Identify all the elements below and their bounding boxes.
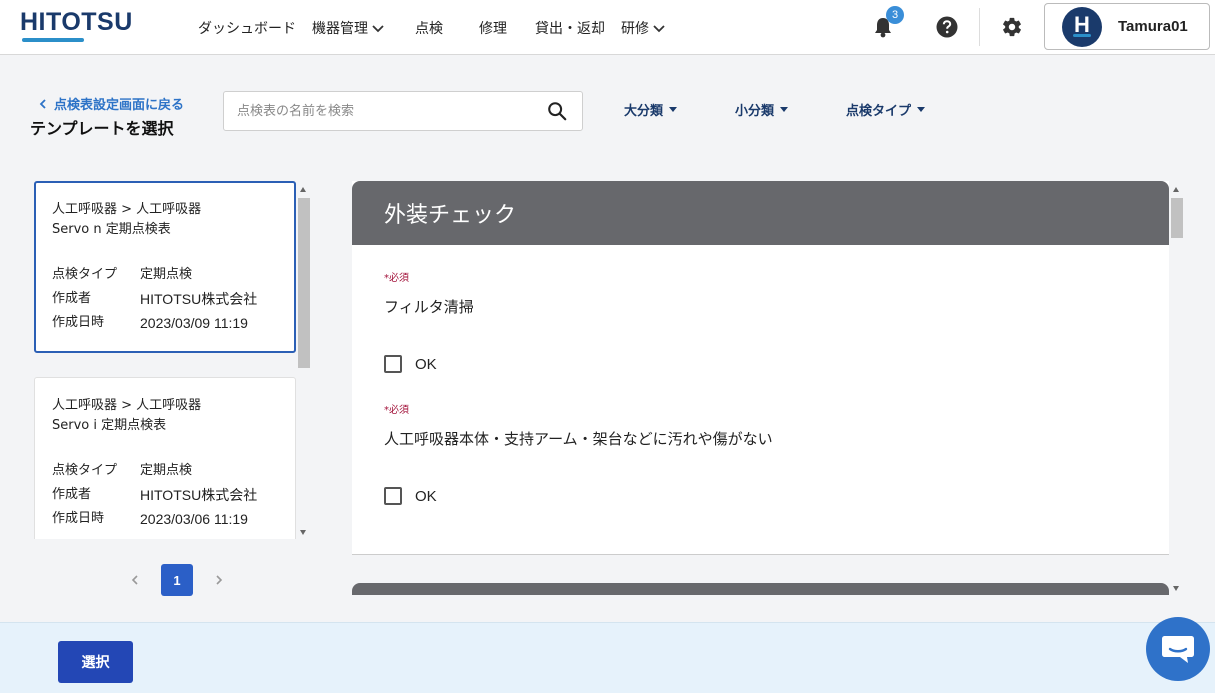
avatar: H bbox=[1062, 6, 1102, 47]
date-label: 作成日時 bbox=[52, 315, 105, 330]
page-number-current[interactable]: 1 bbox=[161, 564, 193, 596]
nav-equipment[interactable]: 機器管理 bbox=[312, 18, 385, 38]
chevron-left-icon bbox=[131, 575, 138, 585]
type-value: 定期点検 bbox=[140, 267, 193, 282]
ok-label: OK bbox=[415, 487, 437, 505]
nav-dashboard[interactable]: ダッシュボード bbox=[198, 18, 296, 38]
action-footer: 選択 bbox=[0, 622, 1215, 693]
type-label: 点検タイプ bbox=[52, 267, 118, 282]
caret-down-icon bbox=[917, 107, 926, 112]
template-name: Servo n 定期点検表 bbox=[52, 222, 171, 237]
caret-down-icon bbox=[780, 107, 789, 112]
template-search-input[interactable] bbox=[224, 92, 546, 130]
pagination: 1 bbox=[125, 564, 229, 596]
nav-repair[interactable]: 修理 bbox=[479, 18, 507, 38]
preview-section: 外装チェック *必須 フィルタ清掃 OK *必須 人工呼吸器本体・支持アーム・架… bbox=[352, 181, 1169, 555]
inspection-type-filter[interactable]: 点検タイプ bbox=[846, 100, 926, 119]
hitotsu-logo[interactable]: HITOTSU bbox=[20, 8, 132, 44]
check-question: フィルタ清掃 bbox=[384, 298, 474, 316]
chat-support-button[interactable] bbox=[1146, 617, 1210, 681]
template-card-selected[interactable]: 人工呼吸器 > 人工呼吸器 Servo n 定期点検表 点検タイプ 定期点検 作成… bbox=[34, 181, 296, 353]
nav-label: ダッシュボード bbox=[198, 20, 296, 37]
date-value: 2023/03/09 11:19 bbox=[140, 315, 248, 331]
required-label: *必須 bbox=[384, 273, 409, 284]
user-name: Tamura01 bbox=[1118, 18, 1188, 35]
avatar-underline bbox=[1073, 33, 1091, 37]
template-search-box bbox=[223, 91, 583, 131]
template-category-path: 人工呼吸器 > 人工呼吸器 bbox=[52, 202, 202, 217]
help-button[interactable] bbox=[934, 14, 960, 40]
chevron-right-icon bbox=[216, 575, 223, 585]
help-icon bbox=[936, 16, 958, 38]
next-page-button[interactable] bbox=[209, 564, 229, 596]
search-icon[interactable] bbox=[546, 100, 568, 122]
minor-category-filter[interactable]: 小分類 bbox=[735, 100, 789, 119]
author-label: 作成者 bbox=[52, 487, 92, 502]
ok-label: OK bbox=[415, 355, 437, 373]
scrollbar-thumb[interactable] bbox=[1171, 198, 1183, 238]
next-section-header bbox=[352, 583, 1169, 595]
user-menu-button[interactable]: H Tamura01 bbox=[1044, 3, 1210, 50]
date-label: 作成日時 bbox=[52, 511, 105, 526]
ok-checkbox[interactable] bbox=[384, 355, 402, 373]
template-list: 人工呼吸器 > 人工呼吸器 Servo n 定期点検表 点検タイプ 定期点検 作成… bbox=[34, 181, 296, 539]
caret-down-icon bbox=[669, 107, 678, 112]
check-question: 人工呼吸器本体・支持アーム・架台などに汚れや傷がない bbox=[384, 430, 773, 448]
nav-label: 機器管理 bbox=[312, 20, 368, 37]
required-label: *必須 bbox=[384, 405, 409, 416]
nav-label: 点検 bbox=[415, 20, 443, 37]
author-value: HITOTSU株式会社 bbox=[140, 487, 258, 503]
ok-checkbox[interactable] bbox=[384, 487, 402, 505]
filter-label: 大分類 bbox=[624, 104, 664, 119]
check-item: *必須 フィルタ清掃 OK bbox=[384, 269, 1137, 373]
section-title: 外装チェック bbox=[352, 181, 1169, 245]
chevron-down-icon bbox=[372, 24, 384, 32]
type-label: 点検タイプ bbox=[52, 463, 118, 478]
top-header: HITOTSU ダッシュボード 機器管理 点検 修理 貸出・返却 研修 3 H … bbox=[0, 0, 1215, 55]
author-label: 作成者 bbox=[52, 291, 92, 306]
check-item: *必須 人工呼吸器本体・支持アーム・架台などに汚れや傷がない OK bbox=[384, 401, 1137, 505]
scroll-up-arrow-icon[interactable] bbox=[1173, 187, 1179, 192]
back-link-label: 点検表設定画面に戻る bbox=[54, 98, 185, 113]
page-title: テンプレートを選択 bbox=[30, 119, 174, 138]
logo-underline bbox=[22, 38, 84, 42]
chevron-down-icon bbox=[653, 24, 665, 32]
prev-page-button[interactable] bbox=[125, 564, 145, 596]
scrollbar-thumb[interactable] bbox=[298, 198, 310, 368]
nav-label: 貸出・返却 bbox=[535, 20, 605, 37]
template-category-path: 人工呼吸器 > 人工呼吸器 bbox=[52, 398, 202, 413]
select-button[interactable]: 選択 bbox=[58, 641, 133, 683]
chat-icon bbox=[1162, 636, 1194, 663]
filter-label: 小分類 bbox=[735, 104, 775, 119]
template-card[interactable]: 人工呼吸器 > 人工呼吸器 Servo i 定期点検表 点検タイプ 定期点検 作成… bbox=[34, 377, 296, 539]
back-to-settings-link[interactable]: 点検表設定画面に戻る bbox=[37, 94, 184, 113]
notification-badge: 3 bbox=[886, 6, 904, 24]
filter-label: 点検タイプ bbox=[846, 104, 912, 119]
template-preview: 外装チェック *必須 フィルタ清掃 OK *必須 人工呼吸器本体・支持アーム・架… bbox=[352, 181, 1169, 595]
nav-inspection[interactable]: 点検 bbox=[415, 18, 443, 38]
chevron-left-icon bbox=[39, 98, 46, 109]
type-value: 定期点検 bbox=[140, 463, 193, 478]
main-nav: ダッシュボード 機器管理 点検 修理 貸出・返却 研修 bbox=[198, 0, 666, 55]
scroll-down-arrow-icon[interactable] bbox=[300, 530, 306, 535]
scroll-down-arrow-icon[interactable] bbox=[1173, 586, 1179, 591]
template-name: Servo i 定期点検表 bbox=[52, 418, 167, 433]
scroll-up-arrow-icon[interactable] bbox=[300, 187, 306, 192]
logo-text: HITOTSU bbox=[20, 8, 133, 36]
date-value: 2023/03/06 11:19 bbox=[140, 511, 248, 527]
author-value: HITOTSU株式会社 bbox=[140, 291, 258, 307]
gear-icon bbox=[1003, 17, 1021, 37]
nav-lending[interactable]: 貸出・返却 bbox=[535, 18, 605, 38]
nav-label: 研修 bbox=[621, 20, 649, 37]
nav-training[interactable]: 研修 bbox=[621, 18, 666, 38]
preview-scrollbar[interactable] bbox=[1171, 183, 1183, 595]
nav-label: 修理 bbox=[479, 20, 507, 37]
template-list-scrollbar[interactable] bbox=[298, 183, 310, 539]
major-category-filter[interactable]: 大分類 bbox=[624, 100, 678, 119]
settings-button[interactable] bbox=[999, 14, 1025, 40]
header-divider bbox=[979, 8, 980, 46]
